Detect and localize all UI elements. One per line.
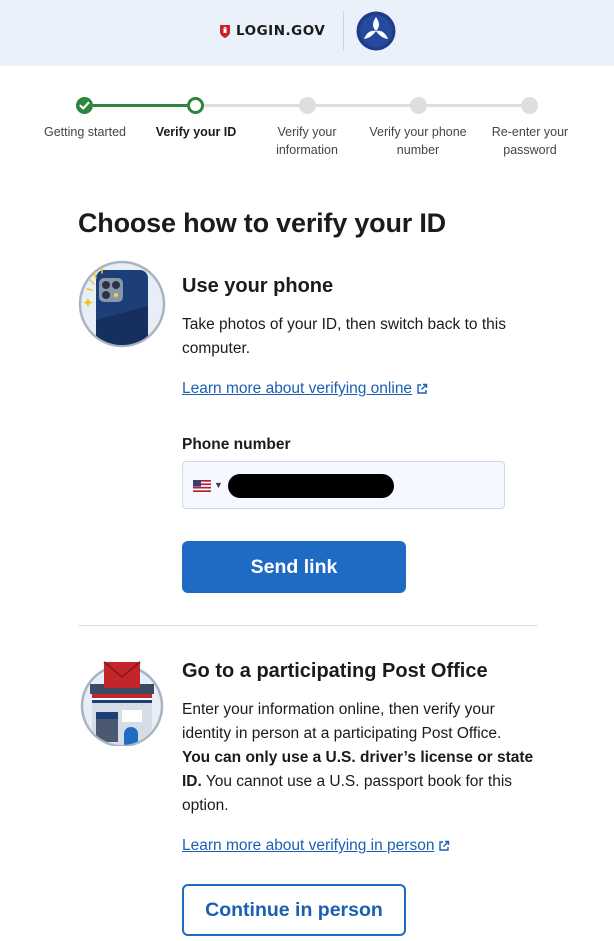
redacted-phone-number [228, 474, 394, 498]
section-divider [78, 625, 538, 626]
step-current-icon [187, 97, 204, 114]
step-label-getting-started: Getting started [44, 125, 126, 139]
step-connector [93, 104, 189, 107]
step-incomplete-icon [410, 97, 427, 114]
checkmark-icon [79, 101, 90, 110]
country-dropdown-caret-icon[interactable]: ▼ [214, 480, 223, 490]
phone-number-input[interactable]: ▼ [182, 461, 505, 509]
step-connector [204, 104, 300, 107]
learn-more-in-person-link[interactable]: Learn more about verifying in person [182, 837, 450, 855]
continue-in-person-button[interactable]: Continue in person [182, 884, 406, 936]
step-connector [427, 104, 523, 107]
step-label-reenter-password: Re-enter your password [491, 125, 569, 157]
phone-camera-icon [78, 260, 166, 348]
us-flag-icon[interactable] [193, 480, 211, 492]
phone-section-heading: Use your phone [182, 275, 334, 297]
step-label-verify-information: Verify your information [276, 125, 338, 157]
step-incomplete-icon [299, 97, 316, 114]
page-title: Choose how to verify your ID [78, 208, 446, 238]
shield-icon [220, 24, 230, 38]
post-office-section-heading: Go to a participating Post Office [182, 660, 488, 682]
agency-logo-icon [356, 11, 396, 51]
step-complete-icon [76, 97, 93, 114]
send-link-button[interactable]: Send link [182, 541, 406, 593]
header-divider [343, 11, 344, 51]
phone-number-label: Phone number [182, 436, 291, 453]
step-label-verify-phone: Verify your phone number [369, 125, 467, 157]
step-incomplete-icon [521, 97, 538, 114]
step-label-verify-id: Verify your ID [155, 125, 237, 139]
phone-section-description: Take photos of your ID, then switch back… [182, 316, 506, 357]
site-header: LOGIN.GOV [0, 0, 614, 66]
external-link-icon [417, 383, 428, 394]
logo-text: LOGIN.GOV [236, 23, 326, 39]
login-gov-logo[interactable]: LOGIN.GOV [219, 22, 325, 40]
step-connector [316, 104, 412, 107]
post-office-section-description: Enter your information online, then veri… [182, 701, 534, 814]
post-office-icon [80, 661, 164, 746]
external-link-icon [439, 840, 450, 851]
learn-more-online-link[interactable]: Learn more about verifying online [182, 380, 428, 398]
